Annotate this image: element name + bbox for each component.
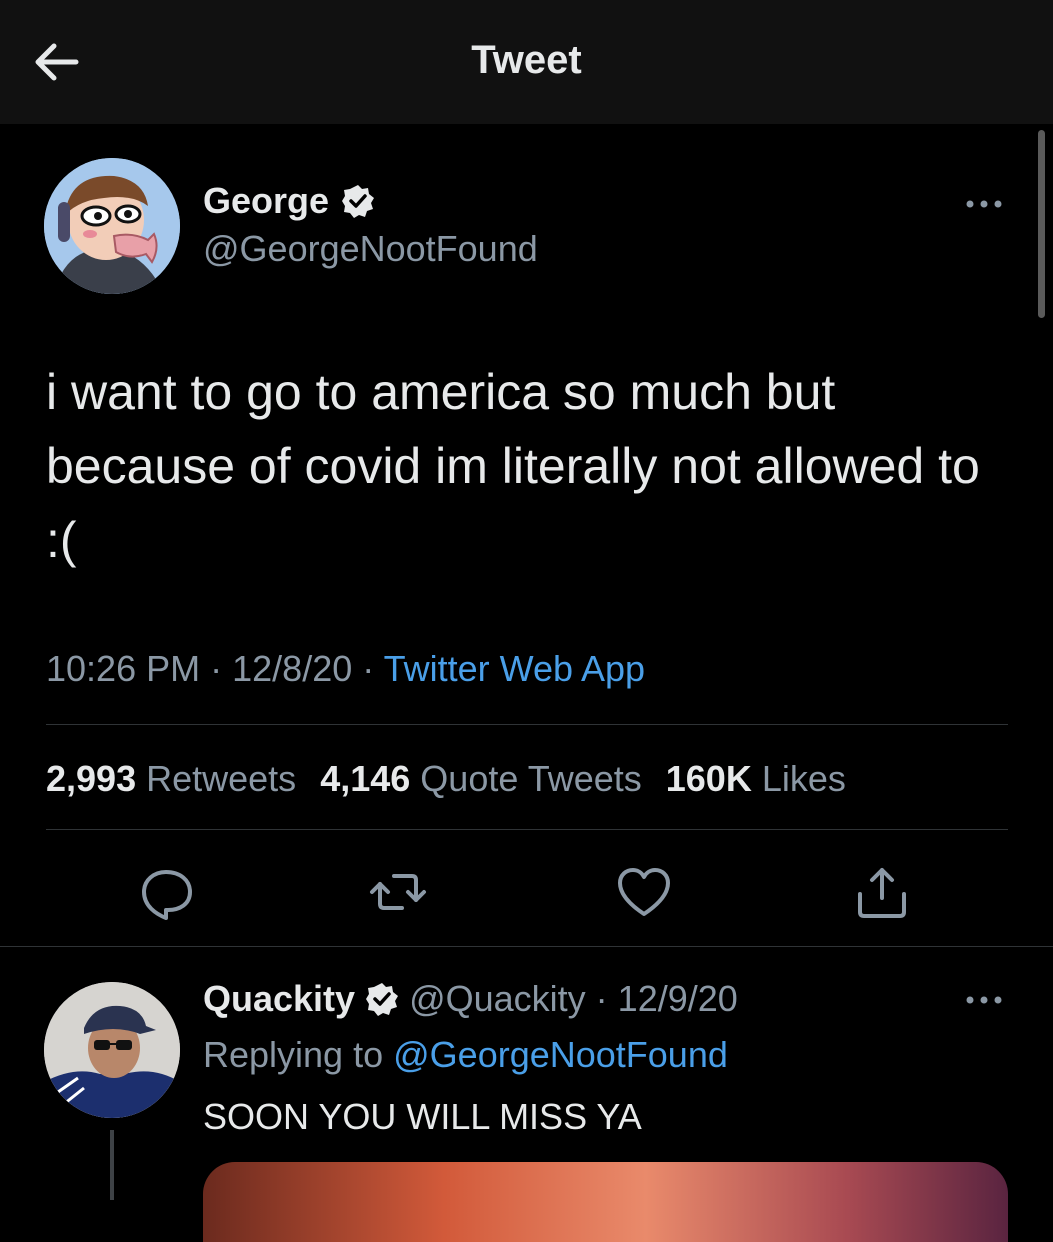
reply-handle[interactable]: @Quackity [409,978,586,1020]
replying-prefix: Replying to [203,1034,384,1075]
replying-to-link[interactable]: @GeorgeNootFound [393,1034,728,1075]
handle[interactable]: @GeorgeNootFound [203,228,538,270]
retweet-icon[interactable] [368,862,428,922]
tweet-date: 12/8/20 [232,648,353,689]
like-heart-icon[interactable] [614,862,674,922]
quotes-label: Quote Tweets [420,758,642,799]
tweet-time: 10:26 PM [46,648,201,689]
tweet-source-link[interactable]: Twitter Web App [384,648,645,689]
display-name-text[interactable]: George [203,180,329,222]
reply-text: SOON YOU WILL MISS YA [203,1096,642,1137]
replying-to: Replying to @GeorgeNootFound [203,1034,728,1076]
avatar-quackity[interactable] [44,982,180,1118]
meta-separator: · [210,648,223,689]
tweet-text: i want to go to america so much but beca… [46,364,980,568]
likes-count: 160K [665,758,752,799]
tweet-stats: 2,993 Retweets 4,146 Quote Tweets 160K L… [46,758,846,800]
verified-badge-icon [342,185,375,218]
reply-header: Quackity @Quackity · 12/9/20 [203,978,738,1020]
reply-icon[interactable] [136,862,196,922]
meta-separator: · [362,648,375,689]
avatar-george[interactable] [44,158,180,294]
retweets-label: Retweets [146,758,297,799]
retweets-count: 2,993 [46,758,137,799]
top-bar: Tweet [0,0,1053,124]
page-title: Tweet [471,38,582,82]
retweets-stat[interactable]: 2,993 Retweets [46,758,296,800]
divider [46,724,1008,725]
scrollbar[interactable] [1038,130,1045,318]
reply-media-image[interactable] [203,1162,1008,1242]
likes-stat[interactable]: 160K Likes [666,758,846,800]
display-name[interactable]: George [203,180,375,222]
reply-display-name[interactable]: Quackity [203,978,355,1020]
more-options-icon[interactable] [958,194,1010,214]
divider [46,829,1008,830]
tweet-meta: 10:26 PM · 12/8/20 · Twitter Web App [46,648,645,690]
quotes-count: 4,146 [320,758,411,799]
reply-date[interactable]: 12/9/20 [618,978,738,1020]
meta-separator: · [595,978,608,1019]
share-icon[interactable] [852,862,912,922]
more-options-icon[interactable] [958,990,1010,1010]
likes-label: Likes [761,758,846,799]
thread-line [110,1130,114,1200]
quote-tweets-stat[interactable]: 4,146 Quote Tweets [320,758,642,800]
divider [0,946,1053,947]
verified-badge-icon [366,983,399,1016]
